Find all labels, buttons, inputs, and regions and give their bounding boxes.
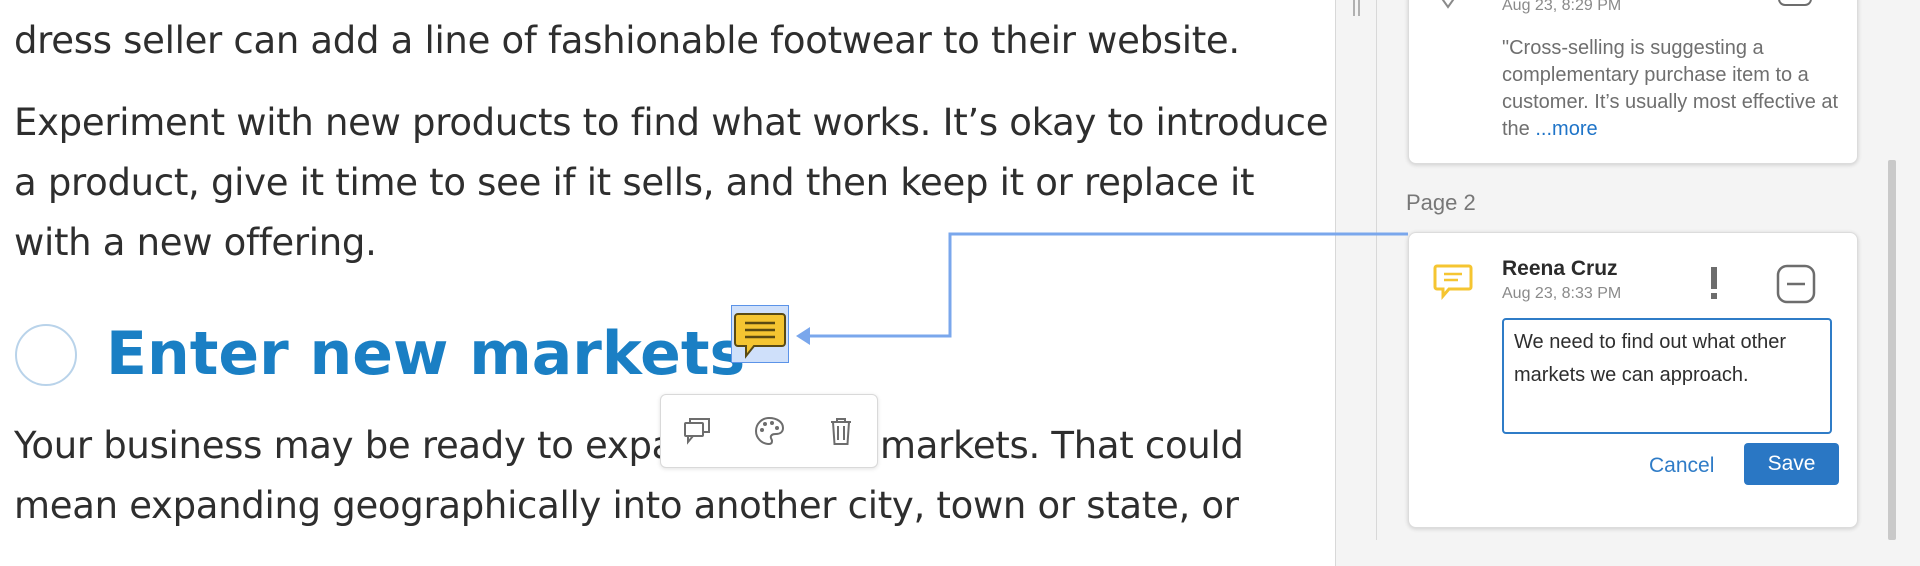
cancel-button[interactable]: Cancel <box>1649 454 1714 478</box>
annotation-toolbar <box>660 394 878 468</box>
comment-card-active[interactable]: Reena Cruz Aug 23, 8:33 PM We need to fi… <box>1408 232 1858 528</box>
document-page: dress seller can add a line of fashionab… <box>0 0 1335 566</box>
paragraph-3-line-2: mean expanding geographically into anoth… <box>14 484 1239 527</box>
comment-snippet: "Cross-selling is suggesting a complemen… <box>1502 35 1842 143</box>
palette-icon[interactable] <box>751 413 787 449</box>
paragraph-2-line-3: with a new offering. <box>14 221 377 264</box>
comment-card-previous[interactable]: Aug 23, 8:29 PM "Cross-selling is sugges… <box>1408 0 1858 164</box>
panel-scrollbar[interactable] <box>1888 160 1896 540</box>
comment-icon[interactable] <box>679 413 715 449</box>
note-icon <box>1433 264 1473 301</box>
section-heading: Enter new markets <box>106 319 746 389</box>
more-link[interactable]: ...more <box>1535 118 1597 140</box>
paragraph-1-line-2: dress seller can add a line of fashionab… <box>14 19 1240 62</box>
paragraph-2-line-1: Experiment with new products to find wha… <box>14 101 1329 144</box>
trash-icon[interactable] <box>823 413 859 449</box>
sticky-note-annotation[interactable] <box>731 305 789 363</box>
heading-checkbox-circle[interactable] <box>15 324 77 386</box>
save-button[interactable]: Save <box>1744 443 1839 485</box>
collapse-icon[interactable] <box>1775 0 1815 11</box>
comment-date: Aug 23, 8:33 PM <box>1502 285 1622 302</box>
paragraph-2-line-2: a product, give it time to see if it sel… <box>14 161 1255 204</box>
panel-divider <box>1335 0 1336 566</box>
paragraph-3-line-1-end: markets. That could <box>880 424 1244 467</box>
panel-gutter <box>1376 0 1377 540</box>
user-icon <box>1441 0 1455 9</box>
comment-author: Reena Cruz <box>1502 257 1618 280</box>
priority-icon[interactable] <box>1707 265 1721 301</box>
sticky-note-icon <box>734 313 786 359</box>
comment-date: Aug 23, 8:29 PM <box>1502 0 1622 14</box>
comment-input[interactable]: We need to find out what other markets w… <box>1502 318 1832 434</box>
page-label: Page 2 <box>1406 190 1476 215</box>
collapse-icon[interactable] <box>1775 263 1817 305</box>
paragraph-3-line-1-start: Your business may be ready to expa <box>14 424 675 467</box>
resize-handle-icon[interactable] <box>1351 0 1363 18</box>
